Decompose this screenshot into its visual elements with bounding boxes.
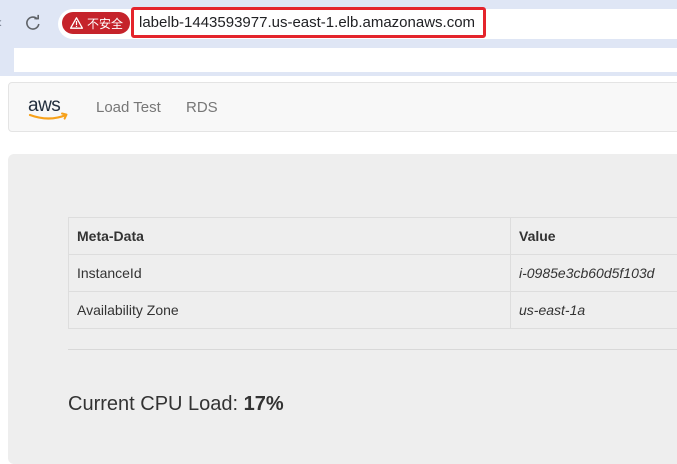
- divider: [68, 349, 677, 350]
- nav-link-load-test[interactable]: Load Test: [96, 99, 161, 117]
- row-key: Availability Zone: [69, 292, 511, 329]
- warning-icon: [70, 17, 83, 29]
- header-meta-data: Meta-Data: [69, 218, 511, 255]
- navbar: aws Load Test RDS: [8, 82, 677, 132]
- row-value: us-east-1a: [511, 292, 677, 329]
- row-key: InstanceId: [69, 255, 511, 292]
- header-value: Value: [511, 218, 677, 255]
- security-label: 不安全: [87, 15, 123, 32]
- url-text[interactable]: labelb-1443593977.us-east-1.elb.amazonaw…: [139, 11, 475, 35]
- cpu-load-line: Current CPU Load: 17%: [68, 393, 284, 416]
- table-row: InstanceId i-0985e3cb60d5f103d: [69, 255, 677, 292]
- reload-icon[interactable]: [24, 14, 42, 32]
- aws-logo-text: aws: [28, 95, 60, 116]
- nav-link-rds[interactable]: RDS: [186, 99, 218, 117]
- cpu-load-value: 17%: [244, 393, 284, 415]
- table-row: Availability Zone us-east-1a: [69, 292, 677, 329]
- security-badge[interactable]: 不安全: [62, 12, 130, 34]
- row-value: i-0985e3cb60d5f103d: [511, 255, 677, 292]
- cpu-load-label: Current CPU Load:: [68, 393, 238, 415]
- jumbotron: Meta-Data Value InstanceId i-0985e3cb60d…: [8, 154, 677, 464]
- table-header-row: Meta-Data Value: [69, 218, 677, 255]
- aws-logo[interactable]: aws: [28, 95, 72, 123]
- metadata-table: Meta-Data Value InstanceId i-0985e3cb60d…: [68, 217, 677, 329]
- bookmarks-bar-area: [14, 48, 677, 72]
- bookmarks-bar: [0, 48, 677, 76]
- back-arrow-icon[interactable]: ‹: [0, 14, 7, 32]
